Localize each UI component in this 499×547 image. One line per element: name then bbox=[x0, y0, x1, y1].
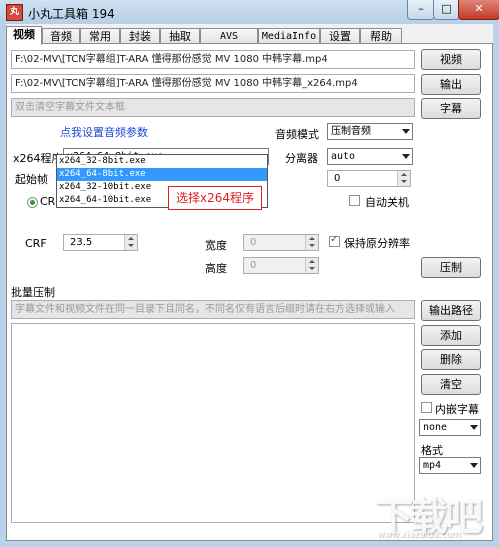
tab-video[interactable]: 视频 bbox=[6, 26, 42, 45]
start-frame-label: 起始帧 bbox=[15, 173, 48, 186]
client-area: 视频 音频 常用 封装 抽取 AVS MediaInfo 设置 帮助 F:\02… bbox=[6, 24, 493, 541]
embed-subtitle-checkbox[interactable] bbox=[421, 402, 432, 413]
chevron-down-icon bbox=[470, 463, 478, 468]
splitter-select[interactable]: auto bbox=[327, 148, 413, 165]
format-value: mp4 bbox=[423, 460, 442, 471]
batch-section-title: 批量压制 bbox=[11, 286, 55, 299]
delete-button[interactable]: 删除 bbox=[421, 349, 481, 370]
window-title: 小丸工具箱 194 bbox=[28, 7, 115, 21]
spin-arrows-icon[interactable] bbox=[305, 235, 318, 250]
subtitle-button[interactable]: 字幕 bbox=[421, 98, 481, 119]
video-button[interactable]: 视频 bbox=[421, 49, 481, 70]
embed-subtitle-label: 内嵌字幕 bbox=[435, 403, 479, 416]
output-button[interactable]: 输出 bbox=[421, 74, 481, 95]
auto-shutdown-checkbox[interactable] bbox=[349, 195, 360, 206]
tab-avs[interactable]: AVS bbox=[200, 28, 258, 44]
chevron-down-icon bbox=[402, 129, 410, 134]
tab-mux[interactable]: 封装 bbox=[120, 28, 160, 44]
format-label: 格式 bbox=[421, 444, 443, 457]
tab-extract[interactable]: 抽取 bbox=[160, 28, 200, 44]
app-icon: 丸 bbox=[6, 4, 23, 21]
width-value: 0 bbox=[250, 237, 257, 248]
language-value: none bbox=[423, 422, 448, 433]
audio-params-link[interactable]: 点我设置音频参数 bbox=[60, 124, 148, 140]
output-path-button[interactable]: 输出路径 bbox=[421, 300, 481, 321]
crf-spinner[interactable]: 23.5 bbox=[63, 234, 138, 251]
crf-value: 23.5 bbox=[70, 237, 93, 248]
height-value: 0 bbox=[250, 260, 257, 271]
x264-option-selected[interactable]: x264_64-8bit.exe bbox=[57, 168, 267, 181]
tab-common[interactable]: 常用 bbox=[80, 28, 120, 44]
minimize-button[interactable]: – bbox=[407, 0, 435, 20]
tab-settings[interactable]: 设置 bbox=[320, 28, 360, 44]
language-select[interactable]: none bbox=[419, 419, 481, 436]
video-path-input[interactable]: F:\02-MV\[TCN字幕组]T-ARA 懂得那份感觉 MV 1080 中韩… bbox=[11, 50, 415, 69]
spin-arrows-icon[interactable] bbox=[124, 235, 137, 250]
output-path-input[interactable]: F:\02-MV\[TCN字幕组]T-ARA 懂得那份感觉 MV 1080 中韩… bbox=[11, 74, 415, 93]
annotation-callout: 选择x264程序 bbox=[168, 186, 262, 210]
add-button[interactable]: 添加 bbox=[421, 325, 481, 346]
width-label: 宽度 bbox=[205, 239, 227, 252]
chevron-down-icon bbox=[402, 154, 410, 159]
keep-resolution-label: 保持原分辨率 bbox=[344, 237, 410, 250]
start-frame-value: 0 bbox=[334, 173, 341, 184]
batch-hint-input[interactable]: 字幕文件和视频文件在同一目录下且同名，不同名仅有语言后缀时请在右方选择或输入 bbox=[11, 300, 415, 319]
width-spinner[interactable]: 0 bbox=[243, 234, 319, 251]
subtitle-path-input[interactable]: 双击清空字幕文件文本框 bbox=[11, 98, 415, 117]
batch-file-list[interactable] bbox=[11, 323, 415, 523]
start-frame-spinner[interactable]: 0 bbox=[327, 170, 411, 187]
spin-arrows-icon[interactable] bbox=[305, 258, 318, 273]
audio-mode-select[interactable]: 压制音频 bbox=[327, 123, 413, 140]
splitter-value: auto bbox=[331, 151, 356, 162]
encode-button[interactable]: 压制 bbox=[421, 257, 481, 278]
watermark-url: www.xiazaiba.com bbox=[377, 530, 461, 540]
title-bar: 丸 小丸工具箱 194 – □ ✕ bbox=[0, 0, 499, 24]
spin-arrows-icon[interactable] bbox=[397, 171, 410, 186]
crf-radio[interactable] bbox=[27, 197, 38, 208]
tab-help[interactable]: 帮助 bbox=[360, 28, 402, 44]
height-spinner[interactable]: 0 bbox=[243, 257, 319, 274]
tab-mediainfo[interactable]: MediaInfo bbox=[258, 28, 320, 44]
maximize-button[interactable]: □ bbox=[433, 0, 460, 20]
close-button[interactable]: ✕ bbox=[458, 0, 499, 20]
splitter-label: 分离器 bbox=[285, 152, 318, 165]
watermark-logo: 下载吧 www.xiazaiba.com bbox=[375, 486, 490, 544]
video-tab-panel: F:\02-MV\[TCN字幕组]T-ARA 懂得那份感觉 MV 1080 中韩… bbox=[6, 43, 493, 541]
height-label: 高度 bbox=[205, 262, 227, 275]
app-window: 丸 小丸工具箱 194 – □ ✕ 视频 音频 常用 封装 抽取 AVS Med… bbox=[0, 0, 499, 547]
auto-shutdown-label: 自动关机 bbox=[365, 196, 409, 209]
tab-audio[interactable]: 音频 bbox=[42, 28, 80, 44]
format-select[interactable]: mp4 bbox=[419, 457, 481, 474]
chevron-down-icon bbox=[470, 425, 478, 430]
audio-mode-value: 压制音频 bbox=[331, 126, 371, 137]
clear-button[interactable]: 清空 bbox=[421, 374, 481, 395]
audio-mode-label: 音频模式 bbox=[275, 128, 319, 141]
crf-label: CRF bbox=[25, 237, 47, 250]
keep-resolution-checkbox[interactable] bbox=[329, 234, 340, 247]
x264-option[interactable]: x264_32-8bit.exe bbox=[57, 155, 267, 168]
